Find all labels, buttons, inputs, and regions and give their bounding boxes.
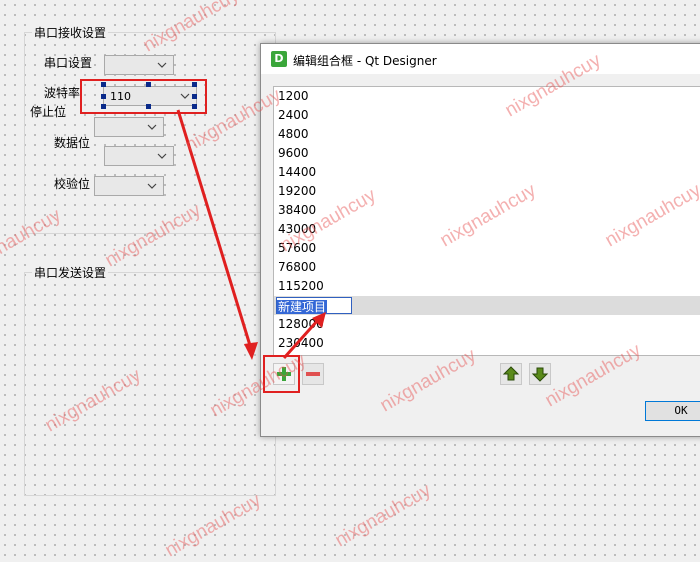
minus-icon [306, 372, 320, 376]
new-item-edit-field[interactable]: 新建项目 [276, 297, 352, 314]
list-item[interactable]: 19200 [278, 182, 316, 201]
port-label: 串口设置 [44, 56, 93, 70]
new-item-text: 新建项目 [277, 300, 328, 314]
dialog-title: 编辑组合框 - Qt Designer [293, 54, 437, 68]
list-item[interactable]: 9600 [278, 144, 309, 163]
chevron-down-icon [157, 153, 167, 159]
list-item[interactable]: 4800 [278, 125, 309, 144]
list-item[interactable]: 1200 [278, 87, 309, 106]
port-combo[interactable] [104, 55, 174, 75]
list-item[interactable]: 128000 [278, 315, 324, 334]
chevron-down-icon [147, 124, 157, 130]
send-group-title: 串口发送设置 [32, 264, 109, 281]
remove-item-button[interactable] [302, 363, 324, 385]
baud-label: 波特率 [44, 86, 81, 100]
add-button-highlight [263, 355, 300, 393]
stop-combo[interactable] [94, 117, 164, 137]
list-item[interactable]: 115200 [278, 277, 324, 296]
dialog-titlebar[interactable]: D 编辑组合框 - Qt Designer [261, 44, 700, 74]
watermark: nixgnauhcuy [331, 479, 435, 552]
data-bits-label: 数据位 [54, 136, 91, 150]
list-item[interactable]: 2400 [278, 106, 309, 125]
parity-label: 校验位 [54, 177, 91, 191]
baud-combo-highlight [80, 79, 207, 114]
chevron-down-icon [157, 62, 167, 68]
data-bits-combo[interactable] [104, 146, 174, 166]
items-list[interactable]: 1200 2400 4800 9600 14400 19200 38400 43… [273, 86, 700, 356]
receive-group-title: 串口接收设置 [32, 24, 109, 41]
chevron-down-icon [147, 183, 157, 189]
watermark: nixgnauhcuy [161, 489, 265, 562]
arrow-down-icon [531, 367, 549, 382]
qt-designer-icon: D [271, 51, 287, 67]
list-item[interactable]: 38400 [278, 201, 316, 220]
arrow-up-icon [502, 366, 520, 381]
parity-combo[interactable] [94, 176, 164, 196]
ok-button[interactable]: OK [645, 401, 700, 421]
list-item[interactable]: 76800 [278, 258, 316, 277]
send-group [24, 272, 276, 496]
list-item[interactable]: 14400 [278, 163, 316, 182]
stop-label: 停止位 [30, 105, 67, 119]
list-item[interactable]: 43000 [278, 220, 316, 239]
move-up-button[interactable] [500, 363, 522, 385]
move-down-button[interactable] [529, 363, 551, 385]
list-item[interactable]: 230400 [278, 334, 324, 353]
list-item[interactable]: 57600 [278, 239, 316, 258]
edit-combobox-dialog: D 编辑组合框 - Qt Designer 1200 2400 4800 960… [260, 43, 700, 437]
